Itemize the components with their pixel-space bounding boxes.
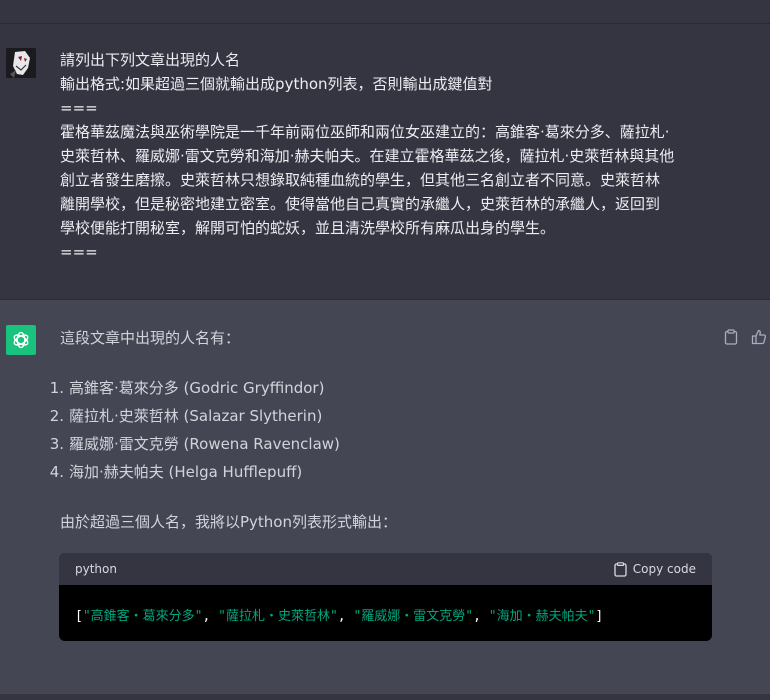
code-bracket-open: [ <box>75 609 83 624</box>
list-number: 2. <box>49 407 64 425</box>
list-text: 高錐客‧葛來分多 (Godric Gryffindor) <box>69 379 325 397</box>
assistant-conclusion: 由於超過三個人名，我將以Python列表形式輸出： <box>60 513 397 531</box>
thumbs-up-icon[interactable] <box>750 328 768 346</box>
copy-code-label: Copy code <box>632 562 696 576</box>
copy-code-button[interactable]: Copy code <box>614 561 696 577</box>
list-item: 1. 高錐客‧葛來分多 (Godric Gryffindor) <box>42 374 682 402</box>
top-strip <box>0 0 770 24</box>
list-item: 4. 海加‧赫夫帕夫 (Helga Hufflepuff) <box>42 458 682 486</box>
list-item: 2. 薩拉札‧史萊哲林 (Salazar Slytherin) <box>42 402 682 430</box>
user-avatar <box>6 48 36 78</box>
clipboard-icon[interactable] <box>722 328 740 346</box>
assistant-intro: 這段文章中出現的人名有： <box>60 329 241 347</box>
code-separator: , <box>202 609 219 624</box>
list-text: 海加‧赫夫帕夫 (Helga Hufflepuff) <box>69 463 303 481</box>
code-string: "羅威娜‧雷文克勞" <box>353 609 474 624</box>
assistant-message-body: 這段文章中出現的人名有： 1. 高錐客‧葛來分多 (Godric Gryffin… <box>50 326 720 531</box>
openai-logo-icon <box>13 331 29 349</box>
code-string: "海加‧赫夫帕夫" <box>488 609 596 624</box>
user-line: 創立者發生磨擦。史萊哲林只想錄取純種血統的學生，但其他三名創立者不同意。史萊哲林 <box>60 171 661 189</box>
list-item: 3. 羅威娜‧雷文克勞 (Rowena Ravenclaw) <box>42 430 682 458</box>
list-number: 3. <box>49 435 64 453</box>
message-actions <box>722 328 768 346</box>
user-line: 請列出下列文章出現的人名 <box>60 51 241 69</box>
user-line: 史萊哲林、羅威娜‧雷文克勞和海加‧赫夫帕夫。在建立霍格華茲之後，薩拉札‧史萊哲林… <box>60 147 675 165</box>
list-number: 1. <box>49 379 64 397</box>
chatgpt-avatar <box>6 325 36 355</box>
names-list: 1. 高錐客‧葛來分多 (Godric Gryffindor) 2. 薩拉札‧史… <box>42 374 682 486</box>
list-text: 薩拉札‧史萊哲林 (Salazar Slytherin) <box>69 407 323 425</box>
code-string: "高錐客‧葛來分多" <box>82 609 203 624</box>
list-text: 羅威娜‧雷文克勞 (Rowena Ravenclaw) <box>69 435 340 453</box>
code-bracket-close: ] <box>595 609 604 624</box>
user-message-text: 請列出下列文章出現的人名 輸出格式:如果超過三個就輸出成python列表，否則輸… <box>60 48 720 264</box>
user-line: === <box>60 99 98 117</box>
user-line: 離開學校，但是秘密地建立密室。使得當他自己真實的承繼人，史萊哲林的承繼人，返回到 <box>60 195 661 213</box>
user-line: 輸出格式:如果超過三個就輸出成python列表，否則輸出成鍵值對 <box>60 75 493 93</box>
user-message: 請列出下列文章出現的人名 輸出格式:如果超過三個就輸出成python列表，否則輸… <box>0 24 770 300</box>
user-avatar-image-icon <box>6 48 36 78</box>
code-language: python <box>75 562 117 576</box>
assistant-message: 這段文章中出現的人名有： 1. 高錐客‧葛來分多 (Godric Gryffin… <box>0 300 770 694</box>
code-header: python Copy code <box>59 553 712 585</box>
code-string: "薩拉札‧史萊哲林" <box>218 609 338 624</box>
user-line: 霍格華茲魔法與巫術學院是一千年前兩位巫師和兩位女巫建立的：高錐客‧葛來分多、薩拉… <box>60 123 670 141</box>
code-separator: , <box>337 609 354 624</box>
user-line: === <box>60 243 98 261</box>
bottom-strip <box>0 694 770 700</box>
code-block: python Copy code ["高錐客‧葛來分多", "薩拉札‧史萊哲林"… <box>59 553 712 641</box>
code-separator: , <box>473 609 489 624</box>
list-number: 4. <box>49 463 64 481</box>
user-line: 學校便能打開秘室，解開可怕的蛇妖，並且清洗學校所有麻瓜出身的學生。 <box>60 219 556 237</box>
code-content: ["高錐客‧葛來分多", "薩拉札‧史萊哲林", "羅威娜‧雷文克勞", "海加… <box>59 585 712 641</box>
clipboard-icon <box>614 561 627 577</box>
